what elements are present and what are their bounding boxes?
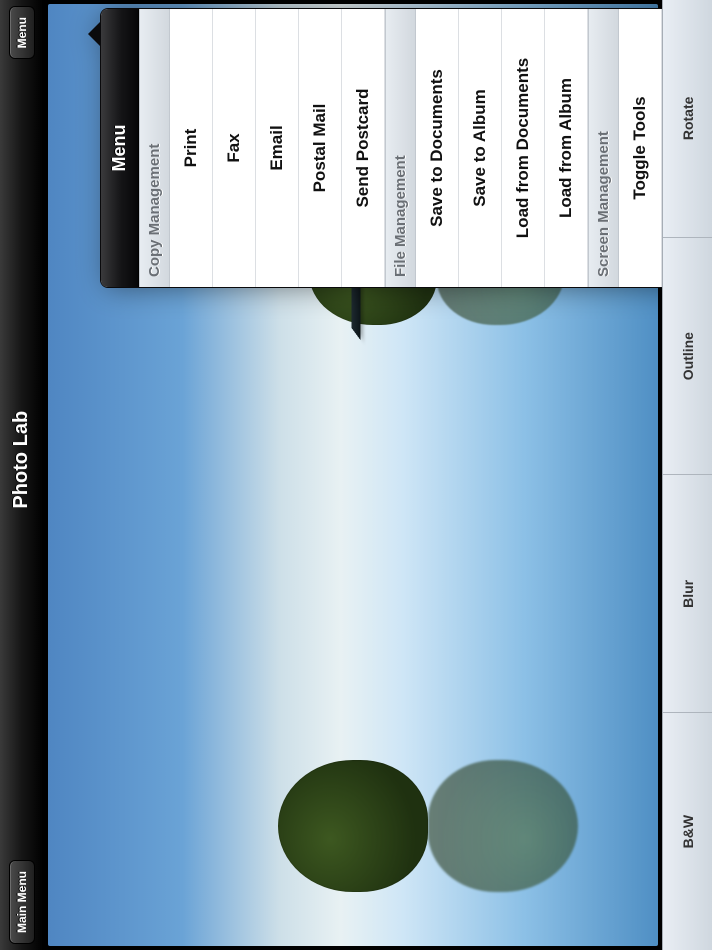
menu-button[interactable]: Menu (9, 6, 35, 59)
menu-item-postal-mail[interactable]: Postal Mail (299, 9, 342, 287)
nav-bar: Main Menu Photo Lab Menu (0, 0, 44, 950)
popover-arrow-icon (88, 22, 100, 46)
tool-bw[interactable]: B&W (663, 712, 712, 950)
menu-item-save-to-album[interactable]: Save to Album (459, 9, 502, 287)
page-title: Photo Lab (10, 411, 33, 509)
menu-popover: Menu Copy Management Print Fax Email Pos… (88, 8, 662, 288)
tree-icon (278, 760, 428, 892)
section-copy-management: Copy Management (139, 9, 170, 287)
section-file-management: File Management (385, 9, 416, 287)
menu-item-fax[interactable]: Fax (213, 9, 256, 287)
main-menu-button[interactable]: Main Menu (9, 860, 35, 944)
tool-rotate[interactable]: Rotate (663, 0, 712, 237)
tool-bar: B&W Blur Outline Rotate (662, 0, 712, 950)
menu-item-email[interactable]: Email (256, 9, 299, 287)
menu-item-load-from-documents[interactable]: Load from Documents (502, 9, 545, 287)
menu-item-send-postcard[interactable]: Send Postcard (342, 9, 385, 287)
menu-item-toggle-tools[interactable]: Toggle Tools (619, 9, 662, 287)
tool-blur[interactable]: Blur (663, 475, 712, 713)
app-window: Main Menu Photo Lab Menu Menu Copy Manag… (0, 0, 712, 950)
popover-title: Menu (101, 9, 139, 287)
tool-outline[interactable]: Outline (663, 237, 712, 475)
menu-item-save-to-documents[interactable]: Save to Documents (416, 9, 459, 287)
menu-item-print[interactable]: Print (170, 9, 213, 287)
menu-item-load-from-album[interactable]: Load from Album (545, 9, 588, 287)
photo-stage[interactable]: Menu Copy Management Print Fax Email Pos… (44, 0, 662, 950)
section-screen-management: Screen Management (588, 9, 619, 287)
